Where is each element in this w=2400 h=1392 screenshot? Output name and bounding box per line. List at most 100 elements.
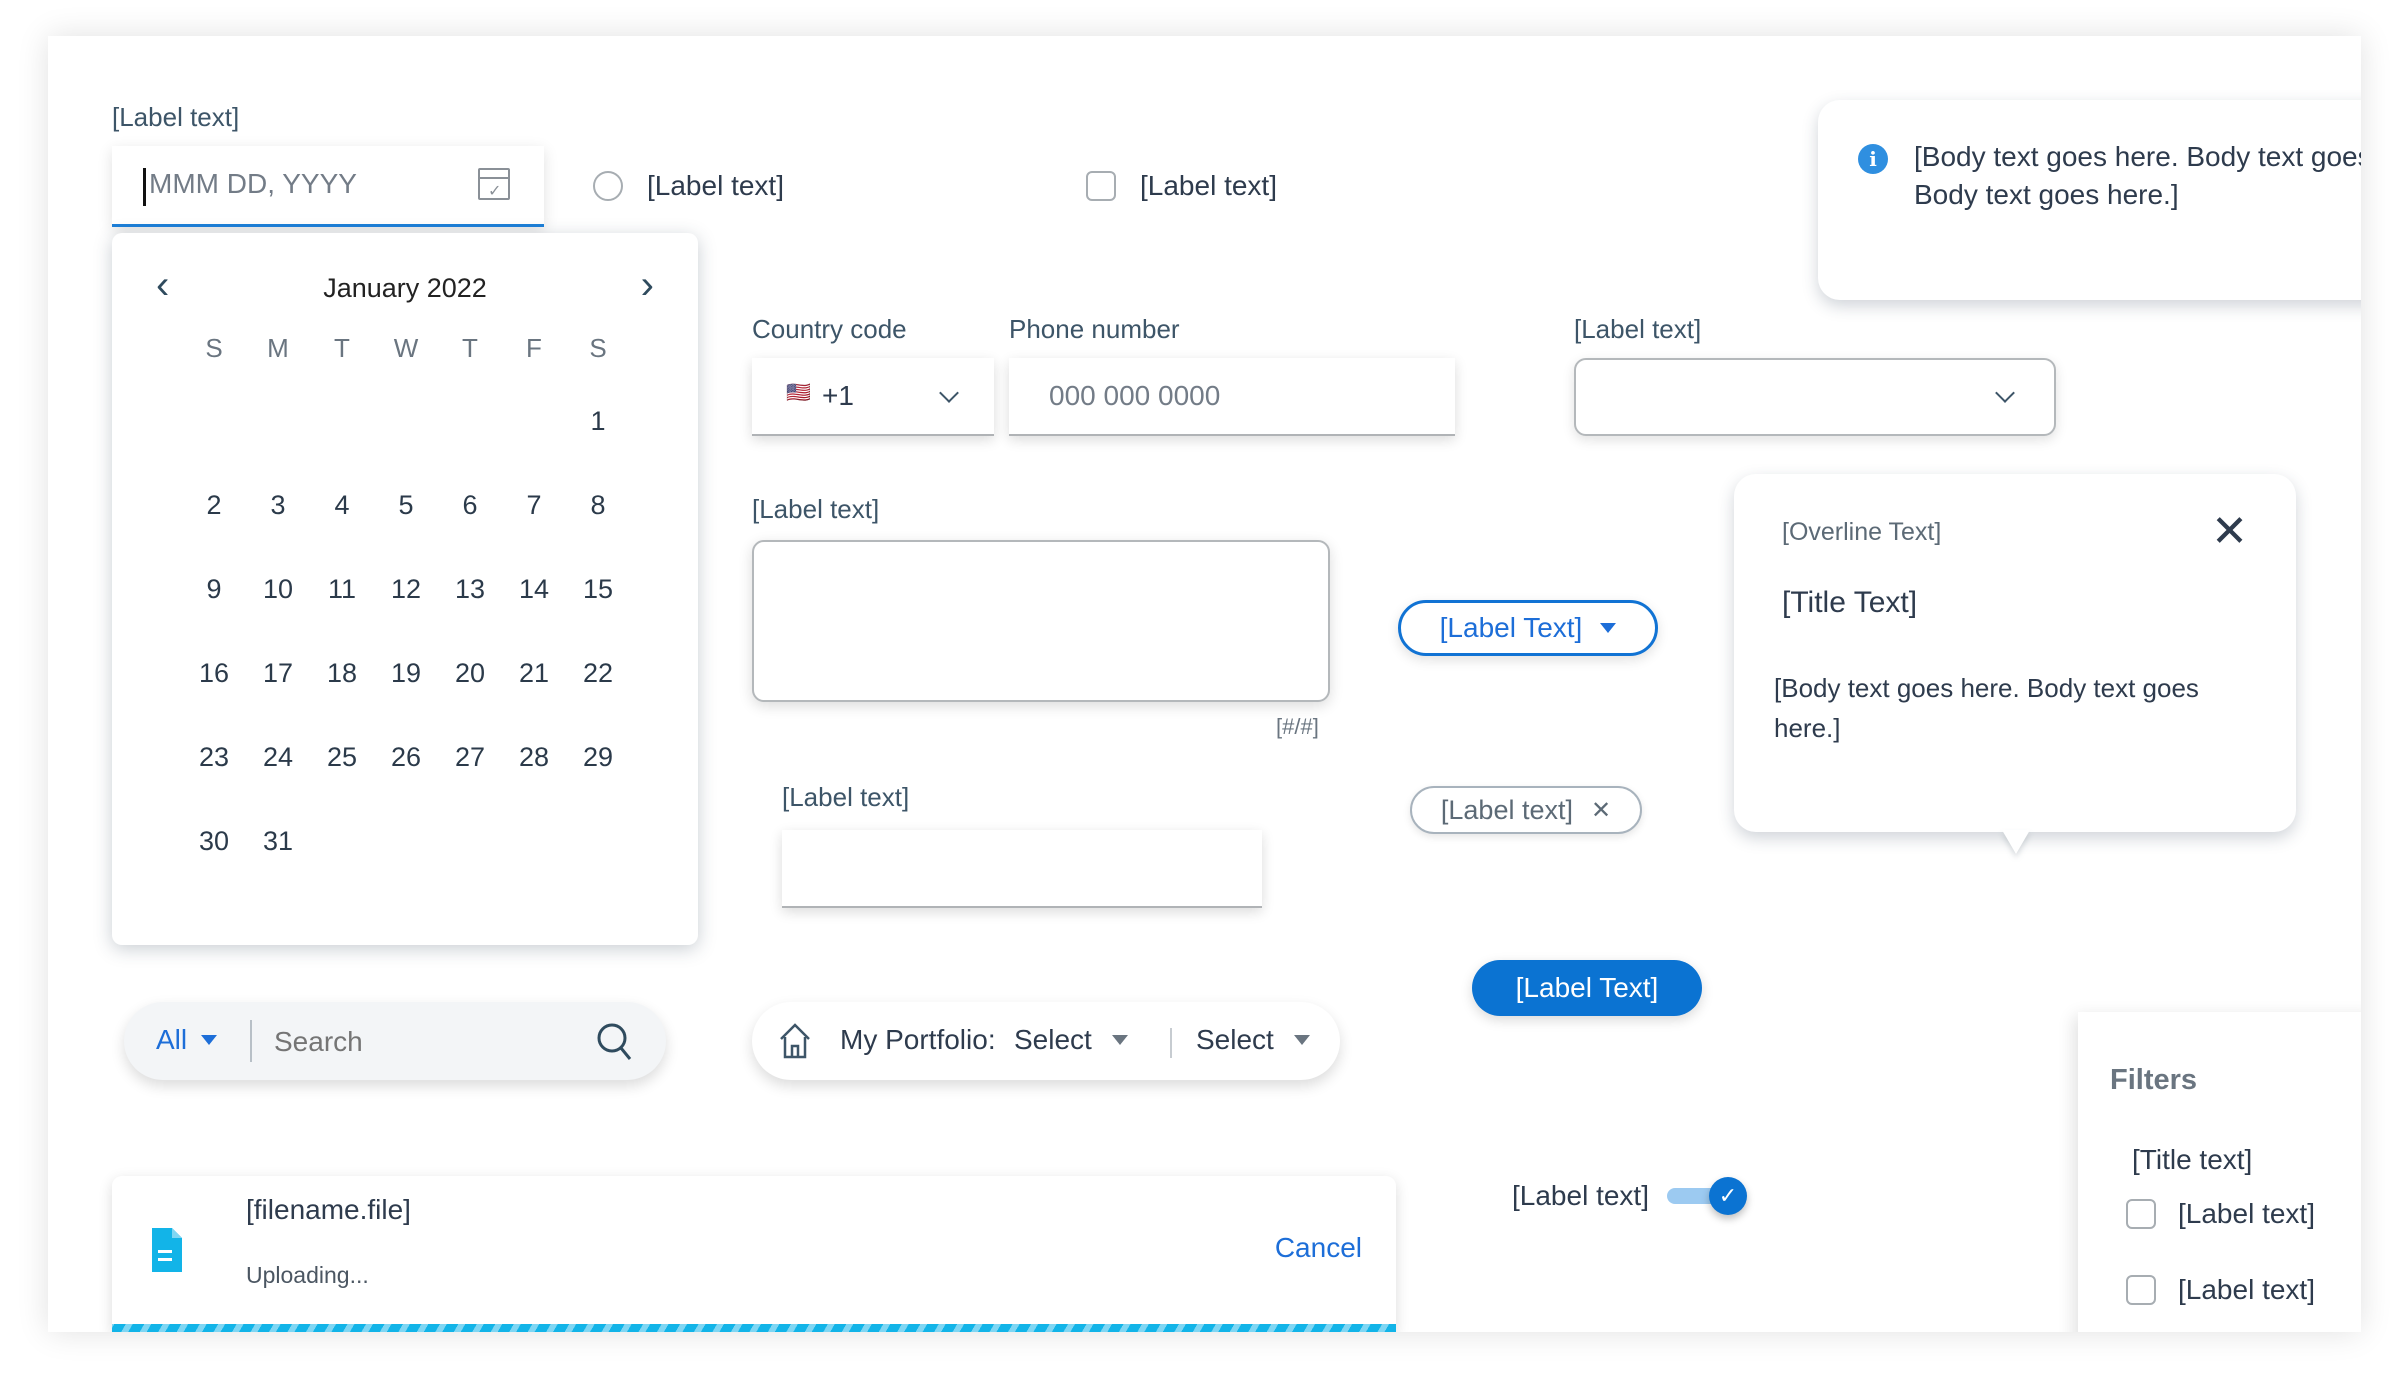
country-code-label: Country code — [752, 314, 907, 344]
close-icon[interactable]: ✕ — [2211, 510, 2248, 554]
calendar-empty-cell — [502, 373, 566, 457]
search-icon[interactable] — [596, 1022, 634, 1062]
calendar-day[interactable]: 18 — [310, 625, 374, 709]
phone-placeholder: 000 000 0000 — [1049, 380, 1221, 411]
calendar-day[interactable]: 15 — [566, 541, 630, 625]
calendar-day[interactable]: 6 — [438, 457, 502, 541]
filter-option-label: [Label text] — [2178, 1198, 2315, 1229]
radio-option[interactable]: [Label text] — [593, 170, 784, 202]
radio-button[interactable] — [593, 171, 623, 201]
checkbox[interactable] — [1086, 171, 1116, 201]
portfolio-label: My Portfolio: — [840, 1024, 996, 1055]
dropdown-button-outline[interactable]: [Label Text] — [1398, 600, 1658, 656]
checkbox[interactable] — [2126, 1275, 2156, 1305]
date-input[interactable]: MMM DD, YYYY ✓ — [112, 146, 544, 227]
search-bar: All — [124, 1002, 666, 1080]
search-input[interactable] — [272, 1018, 576, 1066]
weekday-header: F — [526, 333, 542, 363]
upload-filename: [filename.file] — [246, 1194, 411, 1225]
info-body-text: [Body text goes here. Body text goes her… — [1914, 141, 2361, 210]
checkbox[interactable] — [2126, 1199, 2156, 1229]
portfolio-select-1[interactable]: Select — [1014, 1024, 1128, 1056]
filter-option[interactable]: [Label text] — [2126, 1198, 2315, 1230]
divider — [1170, 1028, 1172, 1058]
weekday-header: M — [267, 333, 289, 363]
calendar-grid: S M T W T F S 1 2 3 4 5 6 7 8 9 10 11 12 13 14 15 16 17 18 19 20 21… — [182, 333, 630, 877]
calendar-day[interactable]: 14 — [502, 541, 566, 625]
caret-down-icon — [1600, 623, 1617, 633]
checkbox-label: [Label text] — [1140, 170, 1277, 201]
calendar-day[interactable]: 3 — [246, 457, 310, 541]
calendar-day[interactable]: 5 — [374, 457, 438, 541]
calendar-day[interactable]: 2 — [182, 457, 246, 541]
popover-tail — [2002, 830, 2030, 854]
calendar-day[interactable]: 4 — [310, 457, 374, 541]
filter-chip[interactable]: [Label text] ✕ — [1410, 786, 1642, 834]
chevron-right-icon[interactable]: › — [641, 265, 654, 305]
calendar-day[interactable]: 8 — [566, 457, 630, 541]
filter-option-label: [Label text] — [2178, 1274, 2315, 1305]
select-dropdown[interactable] — [1574, 358, 2056, 436]
calendar-day[interactable]: 19 — [374, 625, 438, 709]
checkbox-option[interactable]: [Label text] — [1086, 170, 1277, 202]
calendar-day[interactable]: 20 — [438, 625, 502, 709]
home-icon[interactable] — [778, 1022, 812, 1060]
calendar-day[interactable]: 26 — [374, 709, 438, 793]
calendar-day[interactable]: 21 — [502, 625, 566, 709]
calendar-day[interactable]: 12 — [374, 541, 438, 625]
calendar-month-title: January 2022 — [323, 273, 487, 303]
upload-progress-bar — [112, 1324, 1396, 1332]
chevron-down-icon — [1995, 383, 2015, 403]
calendar-day[interactable]: 25 — [310, 709, 374, 793]
calendar-day[interactable]: 24 — [246, 709, 310, 793]
weekday-header: S — [589, 333, 607, 363]
search-scope-value: All — [156, 1024, 188, 1055]
toggle-label: [Label text] — [1512, 1180, 1649, 1211]
portfolio-select-2[interactable]: Select — [1196, 1024, 1310, 1056]
phone-number-label: Phone number — [1009, 314, 1180, 344]
file-icon — [152, 1228, 182, 1272]
calendar-day[interactable]: 13 — [438, 541, 502, 625]
caret-down-icon — [1111, 1035, 1128, 1045]
calendar-day[interactable]: 30 — [182, 793, 246, 877]
toggle-switch[interactable]: [Label text] ✓ — [1512, 1176, 1749, 1216]
calendar-day[interactable]: 22 — [566, 625, 630, 709]
weekday-header: S — [205, 333, 223, 363]
calendar-day[interactable]: 9 — [182, 541, 246, 625]
filters-heading: Filters — [2110, 1064, 2198, 1096]
calendar-day[interactable]: 11 — [310, 541, 374, 625]
calendar-day[interactable]: 27 — [438, 709, 502, 793]
calendar-empty-cell — [246, 373, 310, 457]
country-code-value: +1 — [822, 380, 854, 411]
calendar-check-icon[interactable]: ✓ — [478, 168, 510, 200]
calendar-day[interactable]: 16 — [182, 625, 246, 709]
text-input-label: [Label text] — [782, 782, 910, 812]
calendar-day[interactable]: 17 — [246, 625, 310, 709]
file-upload-card: [filename.file] Uploading... Cancel — [112, 1176, 1396, 1332]
date-field-label: [Label text] — [112, 102, 240, 132]
calendar-day[interactable]: 1 — [566, 373, 630, 457]
primary-button[interactable]: [Label Text] — [1472, 960, 1702, 1016]
cancel-upload-link[interactable]: Cancel — [1275, 1232, 1362, 1264]
close-icon[interactable]: ✕ — [1591, 796, 1611, 825]
country-code-select[interactable]: 🇺🇸 +1 — [752, 358, 994, 436]
search-scope-select[interactable]: All — [156, 1024, 218, 1056]
character-counter: [#/#] — [1276, 714, 1319, 739]
calendar-day[interactable]: 29 — [566, 709, 630, 793]
filter-option[interactable]: [Label text] — [2126, 1274, 2315, 1306]
upload-status: Uploading... — [246, 1262, 369, 1288]
popover-card: [Overline Text] ✕ [Title Text] [Body tex… — [1734, 474, 2296, 854]
phone-number-input[interactable]: 000 000 0000 — [1009, 358, 1455, 436]
textarea[interactable] — [752, 540, 1330, 702]
calendar-day[interactable]: 31 — [246, 793, 310, 877]
calendar-day[interactable]: 23 — [182, 709, 246, 793]
weekday-header: T — [462, 333, 478, 363]
text-input[interactable] — [782, 830, 1262, 908]
calendar-day[interactable]: 28 — [502, 709, 566, 793]
calendar-day[interactable]: 10 — [246, 541, 310, 625]
portfolio-selector-bar: My Portfolio: Select Select — [752, 1002, 1340, 1080]
filters-panel: Filters [Title text] [Label text] [Label… — [2078, 1012, 2361, 1332]
toggle-control[interactable]: ✓ — [1666, 1176, 1749, 1216]
calendar-day[interactable]: 7 — [502, 457, 566, 541]
calendar-popup: ‹ January 2022 › S M T W T F S 1 2 3 4 5 6 7 8 9 10 11 12 1… — [112, 233, 698, 945]
